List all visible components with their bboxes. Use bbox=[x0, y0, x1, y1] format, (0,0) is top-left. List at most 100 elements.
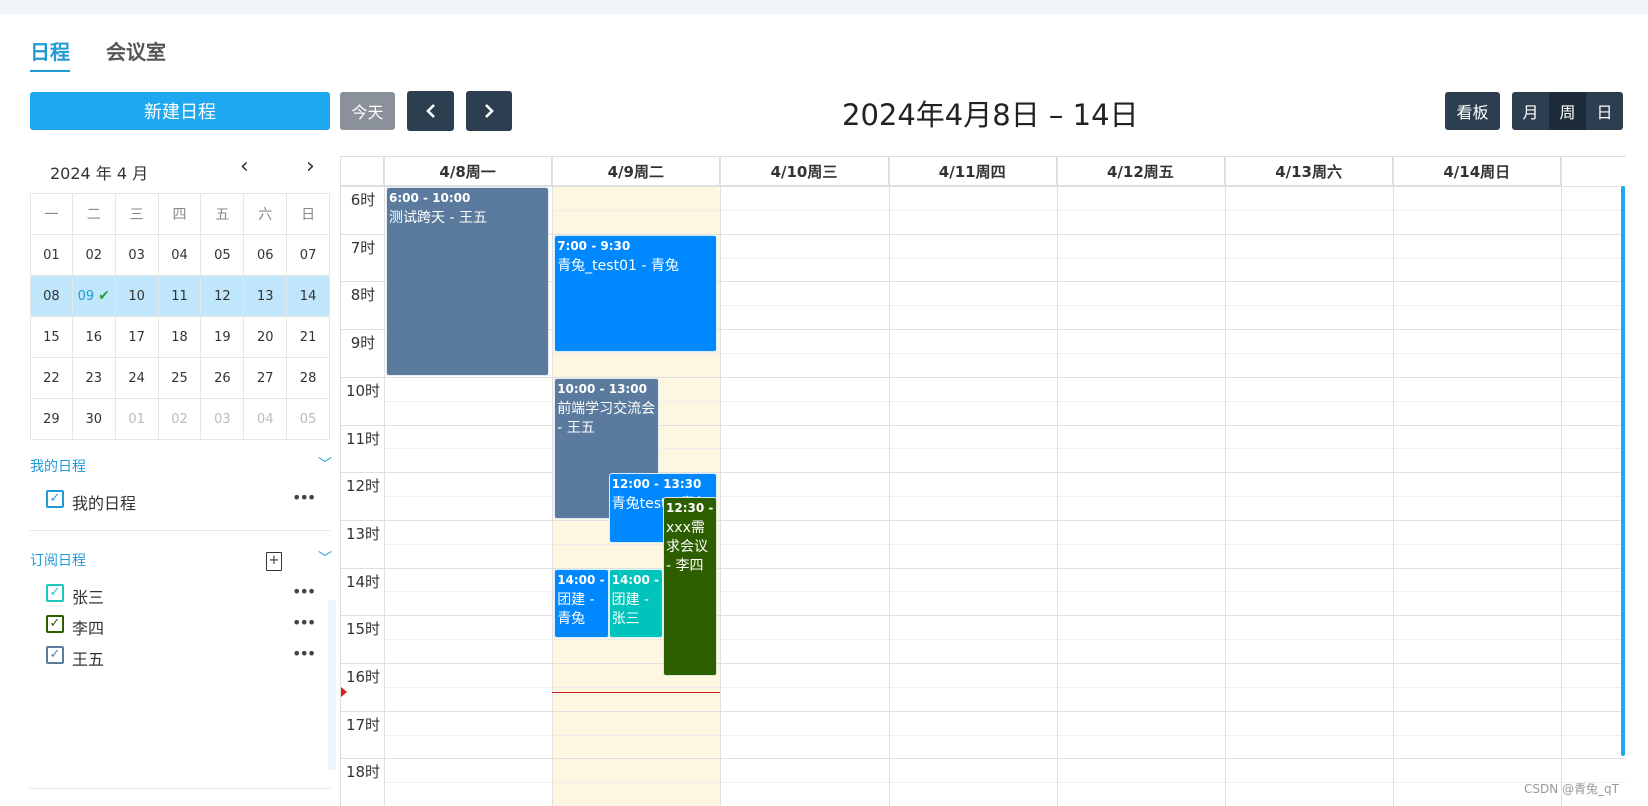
mini-day[interactable]: 10 bbox=[115, 276, 159, 317]
day-column-header[interactable]: 4/9周二 bbox=[552, 157, 721, 186]
section-divider bbox=[30, 788, 330, 789]
mini-day[interactable]: 28 bbox=[287, 358, 330, 399]
subscribed-item-label: 李四 bbox=[72, 619, 105, 638]
tab-schedule[interactable]: 日程 bbox=[30, 36, 70, 72]
today-button[interactable]: 今天 bbox=[340, 92, 395, 130]
new-schedule-button[interactable]: 新建日程 bbox=[30, 92, 330, 130]
hour-label: 12时 bbox=[345, 477, 381, 496]
day-column-header[interactable]: 4/13周六 bbox=[1225, 157, 1394, 186]
hour-gridline bbox=[341, 567, 1626, 569]
view-day-button[interactable]: 日 bbox=[1586, 92, 1623, 130]
calendar-event[interactable]: 14:00 - 15:30 团建 - 青兔 bbox=[554, 568, 609, 639]
mini-day[interactable]: 11 bbox=[158, 276, 202, 317]
mini-day-number: 03 bbox=[128, 247, 145, 263]
calendar-event[interactable]: 14:00 - 15:30 团建 - 张三 bbox=[608, 568, 663, 639]
mini-day[interactable]: 03 bbox=[115, 235, 159, 276]
mini-day[interactable]: 07 bbox=[287, 235, 330, 276]
mini-day[interactable]: 29 bbox=[30, 399, 73, 440]
mini-day[interactable]: 14 bbox=[287, 276, 330, 317]
mini-day[interactable]: 01 bbox=[115, 399, 159, 440]
weekday-label: 四 bbox=[158, 194, 202, 235]
mini-day-number: 05 bbox=[214, 247, 231, 263]
mini-day[interactable]: 27 bbox=[244, 358, 288, 399]
chevron-down-icon[interactable]: ﹀ bbox=[318, 548, 332, 568]
event-title: 前端学习交流会 - 王五 bbox=[557, 400, 656, 436]
next-week-button[interactable] bbox=[466, 91, 512, 131]
hour-gridline bbox=[341, 663, 1626, 664]
event-time: 10:00 - 13:00 bbox=[557, 381, 647, 396]
calendar-event[interactable]: 7:00 - 9:30 青兔_test01 - 青兔 bbox=[554, 234, 718, 352]
day-column-header[interactable]: 4/12周五 bbox=[1056, 157, 1225, 186]
mini-day[interactable]: 22 bbox=[30, 358, 73, 399]
mini-day[interactable]: 04 bbox=[158, 235, 202, 276]
day-column-header[interactable]: 4/11周四 bbox=[888, 157, 1057, 186]
mini-day[interactable]: 06 bbox=[244, 235, 288, 276]
day-column-header[interactable]: 4/10周三 bbox=[720, 157, 889, 186]
mini-day-today[interactable]: 09 ✔ bbox=[72, 276, 116, 317]
mini-day[interactable]: 26 bbox=[201, 358, 245, 399]
checkbox-wangwu[interactable]: ✓ bbox=[46, 646, 64, 664]
mini-day[interactable]: 21 bbox=[287, 317, 330, 358]
calendar-event[interactable]: 12:30 - 16:30 xxx需求会议 - 李四 bbox=[663, 497, 718, 677]
mini-day[interactable]: 05 bbox=[287, 399, 330, 440]
subscribed-scrollbar[interactable] bbox=[328, 600, 336, 770]
board-view-button[interactable]: 看板 bbox=[1445, 92, 1500, 130]
subscribed-item-zhangsan[interactable]: ✓ 张三 ••• bbox=[46, 580, 316, 607]
hour-label: 18时 bbox=[345, 763, 381, 782]
prev-week-button[interactable] bbox=[407, 91, 454, 131]
mini-day[interactable]: 02 bbox=[158, 399, 202, 440]
mini-prev-month-icon[interactable]: ‹ bbox=[240, 154, 249, 179]
more-icon[interactable]: ••• bbox=[292, 582, 316, 601]
day-column-header[interactable]: 4/14周日 bbox=[1393, 157, 1562, 186]
mini-day[interactable]: 13 bbox=[244, 276, 288, 317]
mini-day[interactable]: 17 bbox=[115, 317, 159, 358]
mini-day[interactable]: 20 bbox=[244, 317, 288, 358]
subscribed-item-wangwu[interactable]: ✓ 王五 ••• bbox=[46, 642, 316, 669]
hour-label: 11时 bbox=[345, 429, 381, 448]
add-file-icon[interactable]: + bbox=[266, 552, 282, 571]
mini-day[interactable]: 23 bbox=[72, 358, 116, 399]
mini-day[interactable]: 18 bbox=[158, 317, 202, 358]
mini-day[interactable]: 01 bbox=[30, 235, 73, 276]
view-month-button[interactable]: 月 bbox=[1512, 92, 1549, 130]
my-schedule-item[interactable]: ✓ 我的日程 ••• bbox=[46, 486, 316, 513]
mini-day[interactable]: 05 bbox=[201, 235, 245, 276]
checkbox-zhangsan[interactable]: ✓ bbox=[46, 584, 64, 602]
more-icon[interactable]: ••• bbox=[292, 644, 316, 663]
day-column-divider bbox=[720, 157, 722, 806]
event-time: 14:00 - 15:30 bbox=[611, 572, 662, 587]
more-icon[interactable]: ••• bbox=[292, 488, 316, 507]
subscribed-item-lisi[interactable]: ✓ 李四 ••• bbox=[46, 611, 316, 638]
hour-gridline bbox=[341, 472, 1626, 474]
mini-day[interactable]: 15 bbox=[30, 317, 73, 358]
mini-calendar-title: 2024 年 4 月 bbox=[50, 164, 149, 183]
checkbox-lisi[interactable]: ✓ bbox=[46, 615, 64, 633]
mini-day[interactable]: 16 bbox=[72, 317, 116, 358]
mini-day[interactable]: 24 bbox=[115, 358, 159, 399]
tab-meeting-room[interactable]: 会议室 bbox=[106, 36, 166, 65]
mini-day[interactable]: 19 bbox=[201, 317, 245, 358]
checkbox-my-schedule[interactable]: ✓ bbox=[46, 490, 64, 508]
mini-day-number: 17 bbox=[128, 329, 145, 345]
mini-day[interactable]: 25 bbox=[158, 358, 202, 399]
mini-day[interactable]: 04 bbox=[244, 399, 288, 440]
event-time: 12:30 - 16:30 bbox=[666, 501, 716, 516]
calendar-scrollbar[interactable] bbox=[1621, 186, 1625, 756]
calendar-event[interactable]: 6:00 - 10:00 测试跨天 - 王五 bbox=[386, 187, 550, 376]
more-icon[interactable]: ••• bbox=[292, 613, 316, 632]
day-column-header[interactable]: 4/8周一 bbox=[384, 157, 553, 186]
mini-next-month-icon[interactable]: › bbox=[306, 154, 315, 179]
mini-day-number: 14 bbox=[299, 288, 317, 304]
mini-day[interactable]: 02 bbox=[72, 235, 116, 276]
chevron-down-icon[interactable]: ﹀ bbox=[318, 454, 332, 474]
mini-day-number: 01 bbox=[43, 247, 60, 263]
mini-day[interactable]: 03 bbox=[201, 399, 245, 440]
mini-day[interactable]: 12 bbox=[201, 276, 245, 317]
mini-day[interactable]: 08 bbox=[30, 276, 73, 317]
hour-label: 15时 bbox=[345, 620, 381, 639]
mini-day-number: 06 bbox=[256, 247, 274, 263]
event-time: 6:00 - 10:00 bbox=[389, 191, 471, 205]
date-range-title: 2024年4月8日 – 14日 bbox=[842, 98, 1139, 132]
view-week-button[interactable]: 周 bbox=[1549, 92, 1586, 130]
mini-day[interactable]: 30 bbox=[72, 399, 116, 440]
